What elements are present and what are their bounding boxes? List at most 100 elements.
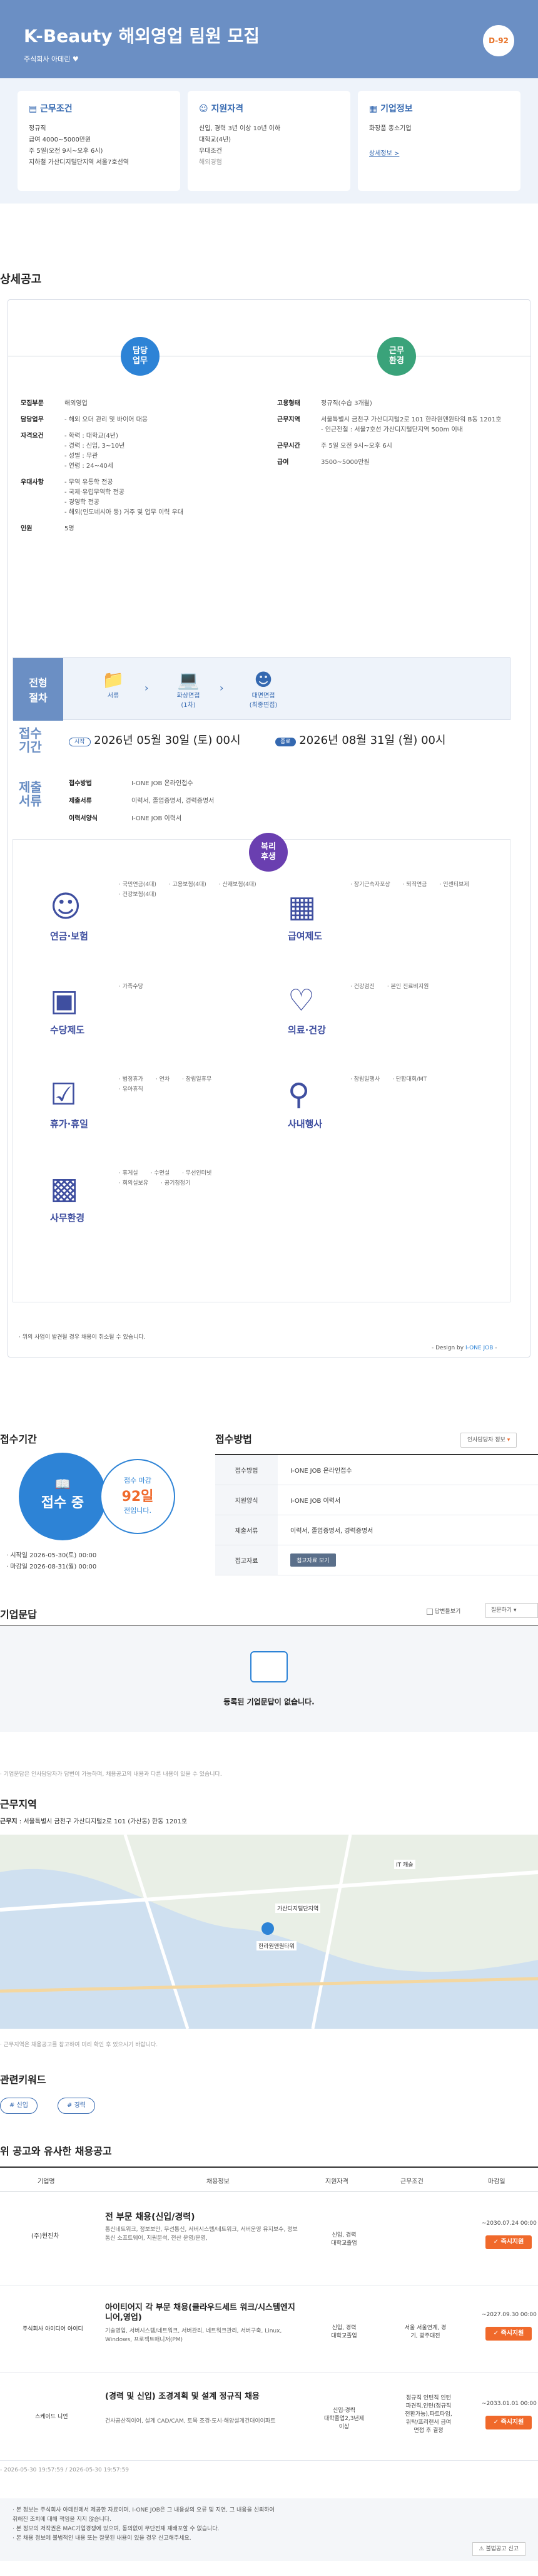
work-condition-card: ▤ 근무조건 정규직 급여 4000~5000만원 주 5일(오전 9시~오후 …: [18, 91, 180, 191]
field-key: 근무시간: [277, 443, 300, 450]
report-button[interactable]: ⚠ 불법공고 신고: [472, 2542, 525, 2556]
job-row[interactable]: (주)현진차 전 부문 채용(신입/경력) 통신네트워크, 정보보안, 무선통신…: [0, 2192, 538, 2285]
benefit-items: · 법정휴가 · 연차 · 창립일휴무 · 유아휴직: [119, 1074, 244, 1095]
method-value: I-ONE JOB 이력서: [290, 1498, 341, 1505]
job-title[interactable]: (경력 및 신입) 조경계획 및 설계 정규직 채용: [105, 2392, 299, 2402]
benefit-item: · 공기청정기: [161, 1180, 191, 1187]
field-value: 3500~5000만원: [321, 459, 370, 466]
chevron-down-icon: ▾: [507, 1437, 510, 1443]
map-label: IT 캐슬: [394, 1860, 415, 1869]
job-company: (주)현진차: [31, 2233, 59, 2240]
job-company: 주식회사 아이디어 아이디: [23, 2326, 83, 2332]
qa-empty-box: 등록된 기업문답이 없습니다.: [0, 1625, 538, 1732]
benefit-item: · 산재보험(4대): [218, 882, 256, 888]
keyword-tag[interactable]: # 경력: [58, 2098, 95, 2114]
step-2: 💻 화상면접 (1차): [163, 669, 213, 709]
step-label: 화상면접 (1차): [176, 693, 200, 709]
qual-line: 신입, 경력 3년 이상 10년 이하: [199, 125, 281, 132]
hr-info-button[interactable]: 인사담당자 정보 ▾: [460, 1433, 517, 1448]
qualification-card: ☺ 지원자격 신입, 경력 3년 이상 10년 이하 대학교(4년) 우대조건 …: [188, 91, 350, 191]
benefit-items: · 건강검진 · 본인 진료비지원: [350, 982, 429, 992]
job-deadline: ~2030.07.24 00:00: [482, 2220, 537, 2227]
qual-line: 대학교(4년): [199, 137, 231, 143]
company-line: 화장품 종소기업: [369, 125, 412, 132]
field-key: 자격요건: [21, 433, 44, 440]
col-header: 기업명: [38, 2178, 55, 2185]
work-line: 급여 4000~5000만원: [29, 137, 91, 143]
field-key: 접수방법: [69, 780, 92, 787]
check-icon: ✓: [493, 2330, 499, 2337]
field-value: 이력서, 졸업증명서, 경력증명서: [131, 798, 215, 805]
work-line: 지하철 가산디지털단지역 서울7호선역: [29, 159, 129, 166]
qa-select[interactable]: 질문하기 ▾: [485, 1603, 538, 1618]
benefit-title: 의료·건강: [288, 1024, 326, 1036]
end-line: · 마감일 2026-08-31(월) 00:00: [6, 1564, 97, 1570]
check-icon: ✓: [493, 2239, 499, 2245]
heart-icon[interactable]: ♥: [73, 55, 79, 63]
wallet-icon: ▣: [50, 983, 79, 1018]
submit-label: 제출 서류: [19, 780, 42, 808]
job-title[interactable]: 전 부문 채용(신입/경력): [105, 2210, 195, 2223]
benefits-box: [13, 839, 510, 1302]
footer-note: · 본 채용 정보에 불법적인 내용 또는 잘못된 내용이 있을 경우 신고해주…: [13, 2535, 191, 2542]
attachment-button[interactable]: 첨고자료 보기: [290, 1553, 336, 1567]
field-value: 5명: [64, 525, 74, 532]
user-icon: ☺: [199, 104, 208, 114]
job-row[interactable]: 주식회사 아이디어 아이디 아이티어지 각 부문 채용(클라우드세트 워크/시스…: [0, 2285, 538, 2373]
job-deadline: ~2033.01.01 00:00: [482, 2401, 537, 2407]
benefit-item: · 연차: [155, 1076, 170, 1083]
field-value: I-ONE JOB 이력서: [131, 815, 182, 822]
qual-line: 해외경험: [199, 159, 222, 166]
benefit-item: · 국민연금(4대): [119, 882, 156, 888]
job-desc: 기술영업, 서버시스템/네트워크, 서버관리, 네트워크관리, 서버구축, Li…: [105, 2328, 282, 2343]
process-label: 전형 절차: [13, 658, 63, 721]
location-address: 근무지 : 서울특별시 금천구 가산디지털2로 101 (가산동) 한동 120…: [0, 1818, 188, 1825]
job-title: K-Beauty 해외영업 팀원 모집: [24, 26, 260, 46]
duty-list: 모집부문 해외영업 담당업무 - 해외 오더 관리 및 바이어 대응 자격요건 - 학…: [21, 399, 271, 534]
step-label: 대면면접 (최종면접): [249, 693, 278, 709]
alert-icon: ⚠: [479, 2546, 484, 2552]
show-answers-checkbox[interactable]: 답변들보기: [427, 1607, 460, 1615]
apply-button[interactable]: ✓ 즉시지원: [485, 2416, 532, 2429]
benefit-items: · 창립일행사 · 단합대회/MT: [350, 1074, 427, 1084]
submit-list: 접수방법 I-ONE JOB 온라인접수 제출서류 이력서, 졸업증명서, 경력증명…: [69, 779, 214, 824]
monitor-icon: 💻: [177, 669, 200, 690]
benefit-item: · 고용보험(4대): [168, 882, 206, 888]
job-qual: 신입, 경력 대학교졸업: [331, 2232, 357, 2247]
company-name[interactable]: 주식회사 아데린 ♥: [24, 54, 79, 64]
step-1: 📁 서류: [88, 669, 138, 699]
benefit-item: · 단합대회/MT: [392, 1076, 427, 1083]
map[interactable]: 가산디지털단지역 한라원앤원타워 IT 캐슬: [0, 1835, 538, 2029]
company-detail-link[interactable]: 상세정보 >: [369, 150, 399, 157]
apply-period-title: 접수기간: [0, 1433, 37, 1445]
job-row[interactable]: 스케이드 니언 (경력 및 신입) 조경계획 및 설계 정규직 채용 건사공산직…: [0, 2373, 538, 2461]
similar-title: 위 공고와 유사한 채용공고: [0, 2145, 112, 2157]
benefit-items: · 휴게실 · 수면실 · 무선인터넷 · 회의실보유 · 공기청정기: [119, 1168, 244, 1188]
folder-icon: 📁: [102, 669, 124, 690]
building-icon: ▦: [369, 104, 378, 114]
method-key: 제출서류: [215, 1515, 278, 1545]
benefit-items: · 국민연금(4대) · 고용보험(4대) · 산재보험(4대) · 건강보험(…: [119, 880, 256, 900]
benefit-title: 수당제도: [50, 1024, 85, 1036]
map-label: 한라원앤원타워: [256, 1941, 297, 1950]
keyword-tag[interactable]: # 신입: [0, 2098, 38, 2114]
qa-empty-text: 등록된 기업문답이 없습니다.: [223, 1698, 315, 1706]
job-cond: 정규직 인턴직 인턴 파견직,인턴(정규직 전환가능),파트타임, 위탁/프리랜…: [405, 2395, 452, 2434]
checkbox-icon: [427, 1608, 433, 1615]
book-icon: 📖: [54, 1476, 71, 1492]
apply-method-title: 접수방법: [215, 1433, 252, 1445]
period-start: 시작 2026년 05월 30일 (토) 00시: [69, 731, 241, 748]
job-title[interactable]: 아이티어지 각 부문 채용(클라우드세트 워크/시스템엔지니어,영업): [105, 2303, 299, 2323]
benefit-title: 사무환경: [50, 1212, 85, 1224]
benefit-item: · 인센티브제: [439, 882, 469, 888]
money-icon: ▦: [288, 889, 317, 924]
qa-note: · 기업문답은 인사담당자가 답변이 가능하며, 채용공고의 내용과 다른 내용…: [0, 1771, 222, 1778]
chevron-down-icon: ▾: [514, 1607, 517, 1614]
calendar-icon: ☑: [50, 1077, 78, 1112]
job-qual: 신입·경력 대학졸업2,3년제 이상: [324, 2408, 364, 2430]
similar-header: 기업명 채용정보 지원자격 근무조건 마감일: [0, 2166, 538, 2192]
apply-button[interactable]: ✓ 즉시지원: [485, 2235, 532, 2249]
apply-button[interactable]: ✓ 즉시지원: [485, 2327, 532, 2341]
job-desc: 건사공산직이어, 설계 CAD/CAM, 토목 조경·도시·해양설계건대이이파트: [105, 2418, 276, 2424]
field-value: 서울특별시 금천구 가산디지털2로 101 한라원앤원타워 B동 1201호 -…: [321, 416, 502, 433]
